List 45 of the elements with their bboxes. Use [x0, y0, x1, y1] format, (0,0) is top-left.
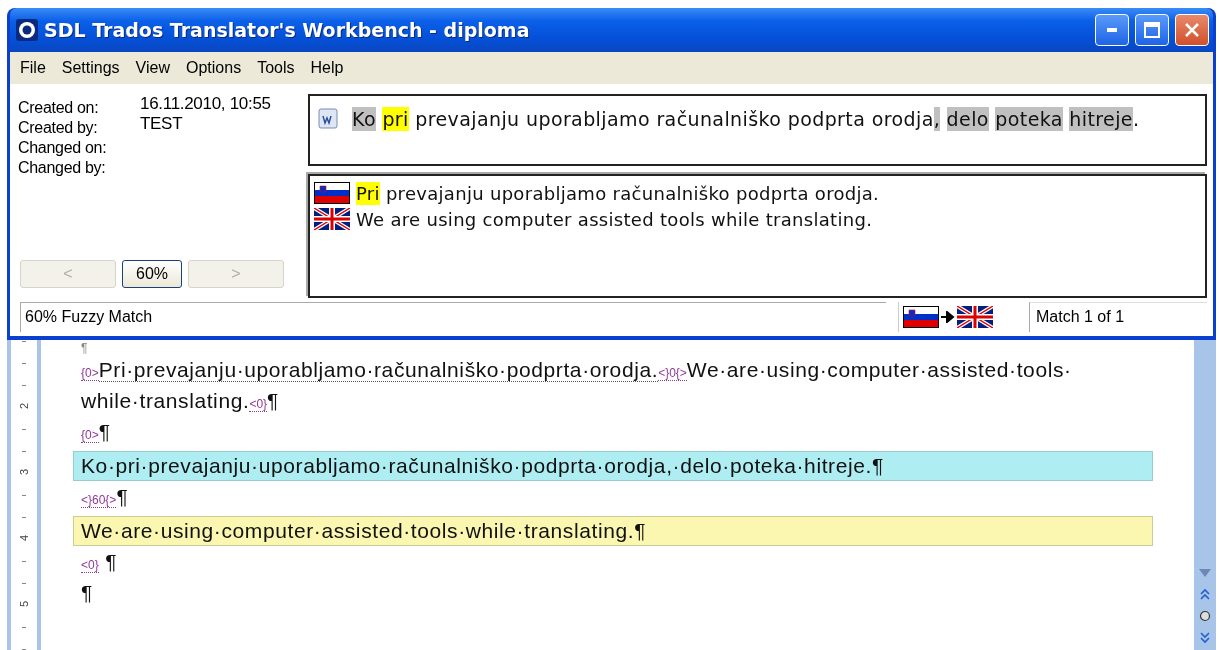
menu-item[interactable]: Options — [180, 59, 248, 77]
info-label: Created on: — [18, 98, 100, 118]
triangle-icon — [1198, 568, 1212, 578]
flag-icon — [314, 208, 350, 230]
document-paragraph: <}60{>¶ — [81, 484, 130, 510]
menu-item[interactable]: File — [14, 59, 52, 77]
menu-item[interactable]: View — [129, 59, 176, 77]
flag-icon — [903, 306, 939, 328]
menu-item[interactable]: Help — [304, 59, 350, 77]
document-paragraph: {0>¶ — [81, 419, 112, 445]
info-value: 16.11.2010, 10:55 — [140, 94, 272, 115]
info-label: Created by: — [18, 118, 99, 138]
close-button[interactable] — [1175, 14, 1209, 46]
arrow-icon — [941, 311, 955, 323]
scrollbar[interactable] — [1194, 340, 1216, 650]
match-text: We are using computer assisted tools while translating. — [356, 208, 873, 230]
document-icon — [318, 108, 340, 130]
window-title: SDL Trados Translator's Workbench - diploma — [44, 19, 531, 41]
match-type-field: 60% Fuzzy Match — [20, 302, 886, 332]
next-page-icon[interactable] — [1200, 632, 1210, 644]
document-paragraph: {0>Pri·prevajanju·uporabljamo·računalniško·podprta·orodja.<}0{>We·are·using·computer·assisted·tools· while·translating.<0}¶ — [81, 357, 1073, 414]
flag-icon — [957, 306, 993, 328]
minimize-button[interactable] — [1095, 14, 1129, 46]
document-paragraph: ¶ — [81, 340, 90, 356]
maximize-icon — [1144, 22, 1160, 38]
info-value: TEST — [140, 114, 184, 135]
match-text: Pri prevajanju uporabljamo računalniško podprta orodja. — [356, 182, 880, 204]
minimize-icon — [1107, 28, 1117, 32]
target-segment: We·are·using·computer·assisted·tools·while·translating.¶ — [73, 516, 1153, 546]
previous-page-icon[interactable] — [1200, 588, 1210, 600]
source-segment-text: Ko pri prevajanju uporabljamo računalniško podprta orodja, delo poteka hitreje. — [352, 108, 1140, 130]
app-icon — [16, 19, 38, 41]
match-nav-button[interactable]: 60% — [122, 260, 182, 288]
info-label: Changed on: — [18, 138, 108, 158]
document-paragraph: <0} ¶ — [81, 549, 119, 575]
menu-item[interactable]: Settings — [55, 59, 126, 77]
source-segment: Ko·pri·prevajanju·uporabljamo·računalniško·podprta·orodja,·delo·poteka·hitreje.¶ — [73, 451, 1153, 481]
maximize-button[interactable] — [1135, 14, 1169, 46]
match-count-field: Match 1 of 1 — [1029, 302, 1207, 332]
menu-item[interactable]: Tools — [251, 59, 301, 77]
flag-icon — [314, 182, 350, 204]
document-paragraph: ¶ — [81, 580, 94, 606]
info-label: Changed by: — [18, 158, 107, 178]
close-icon — [1185, 23, 1199, 37]
browse-object-icon[interactable] — [1199, 610, 1211, 622]
